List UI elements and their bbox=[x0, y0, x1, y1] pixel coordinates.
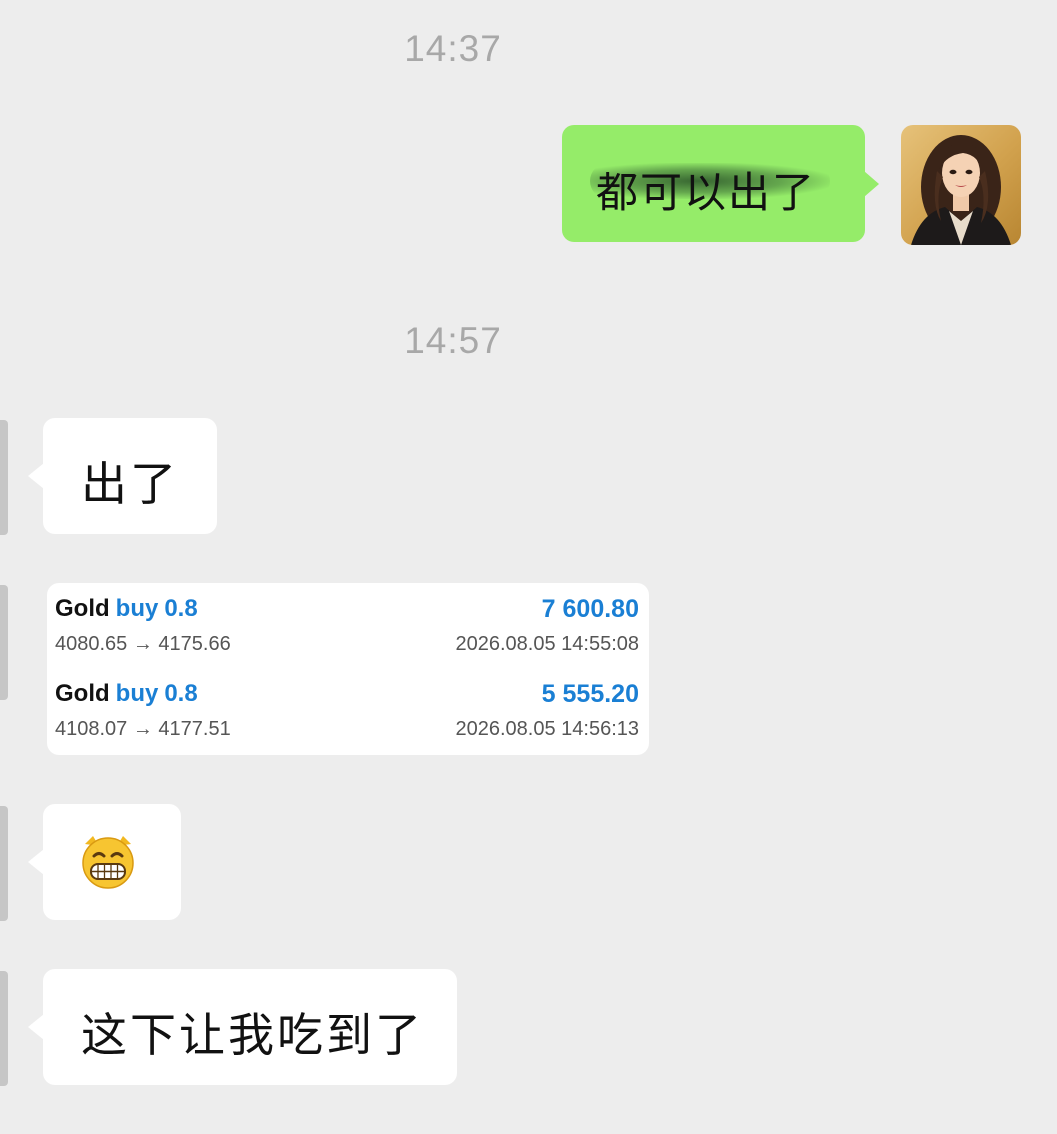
trade-symbol: Gold bbox=[55, 680, 110, 707]
trade-side: buy bbox=[115, 595, 159, 622]
grin-emoji-icon bbox=[79, 832, 137, 890]
received-message-text: 出了 bbox=[81, 457, 179, 511]
trade-history-image[interactable]: Gold buy 0.8 7 600.80 4080.65 → 4175.66 20… bbox=[47, 583, 649, 755]
received-message-bubble[interactable]: 这下让我吃到了 bbox=[28, 969, 457, 1085]
trade-time: 2026.08.05 14:55:08 bbox=[455, 633, 639, 655]
trade-symbol: Gold bbox=[55, 595, 110, 622]
screen-edge-marker bbox=[0, 585, 8, 700]
screen-edge-marker bbox=[0, 806, 8, 921]
received-message-bubble[interactable]: 😁 bbox=[28, 804, 181, 920]
trade-prices: 4080.65 → 4175.66 bbox=[55, 633, 231, 655]
timestamp: 14:57 bbox=[404, 320, 502, 361]
trade-row: Gold buy 0.8 7 600.80 4080.65 → 4175.66 20… bbox=[55, 587, 639, 657]
timestamp: 14:37 bbox=[404, 28, 502, 69]
trade-profit: 7 600.80 bbox=[541, 595, 639, 623]
trade-profit: 5 555.20 bbox=[541, 680, 639, 708]
received-message-text: 这下让我吃到了 bbox=[81, 1008, 424, 1062]
sent-message-text: 都可以出了 bbox=[596, 168, 817, 217]
screen-edge-marker bbox=[0, 971, 8, 1086]
avatar[interactable] bbox=[901, 125, 1021, 245]
sent-message-bubble[interactable]: 都可以出了 bbox=[562, 125, 879, 242]
avatar-portrait-image bbox=[911, 135, 1011, 245]
trade-lots: 0.8 bbox=[164, 595, 198, 622]
trade-lots: 0.8 bbox=[164, 680, 198, 707]
trade-time: 2026.08.05 14:56:13 bbox=[455, 718, 639, 740]
trade-prices: 4108.07 → 4177.51 bbox=[55, 718, 231, 740]
trade-row: Gold buy 0.8 5 555.20 4108.07 → 4177.51 20… bbox=[55, 672, 639, 742]
trade-side: buy bbox=[115, 680, 159, 707]
screen-edge-marker bbox=[0, 420, 8, 535]
received-message-bubble[interactable]: 出了 bbox=[28, 418, 217, 534]
